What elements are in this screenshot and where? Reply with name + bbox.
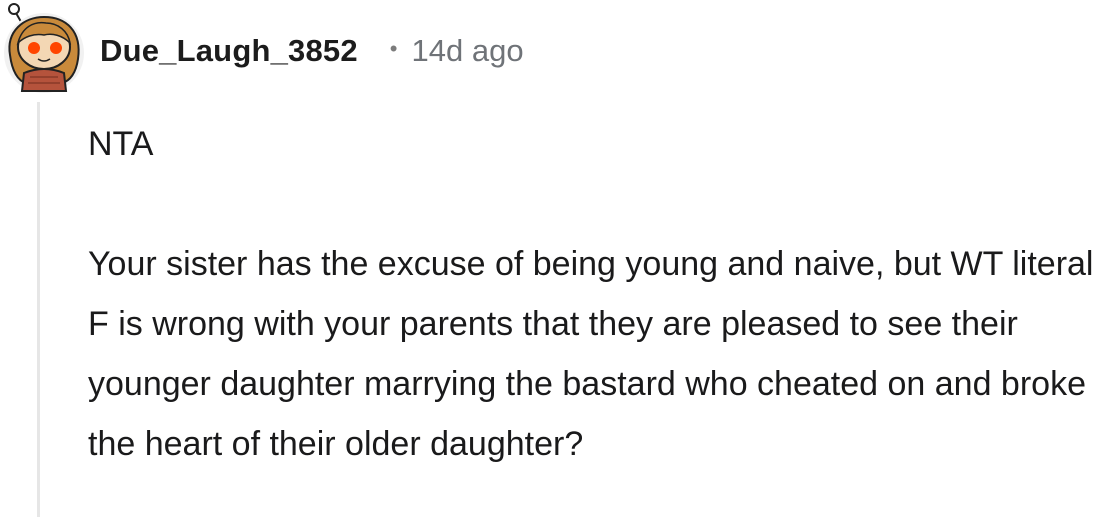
avatar[interactable]: [0, 3, 88, 95]
thread-line[interactable]: [37, 102, 40, 517]
separator-dot: •: [389, 36, 398, 61]
comment-verdict: NTA: [88, 125, 154, 163]
username-link[interactable]: Due_Laugh_3852: [100, 33, 358, 69]
snoo-avatar-icon: [4, 3, 84, 93]
comment-header: Due_Laugh_3852 • 14d ago: [100, 28, 524, 74]
comment-body: NTA Your sister has the excuse of being …: [88, 114, 1098, 474]
comment: Due_Laugh_3852 • 14d ago NTA Your sister…: [0, 0, 1109, 517]
comment-paragraph: Your sister has the excuse of being youn…: [88, 245, 1094, 463]
timestamp[interactable]: 14d ago: [412, 33, 524, 69]
